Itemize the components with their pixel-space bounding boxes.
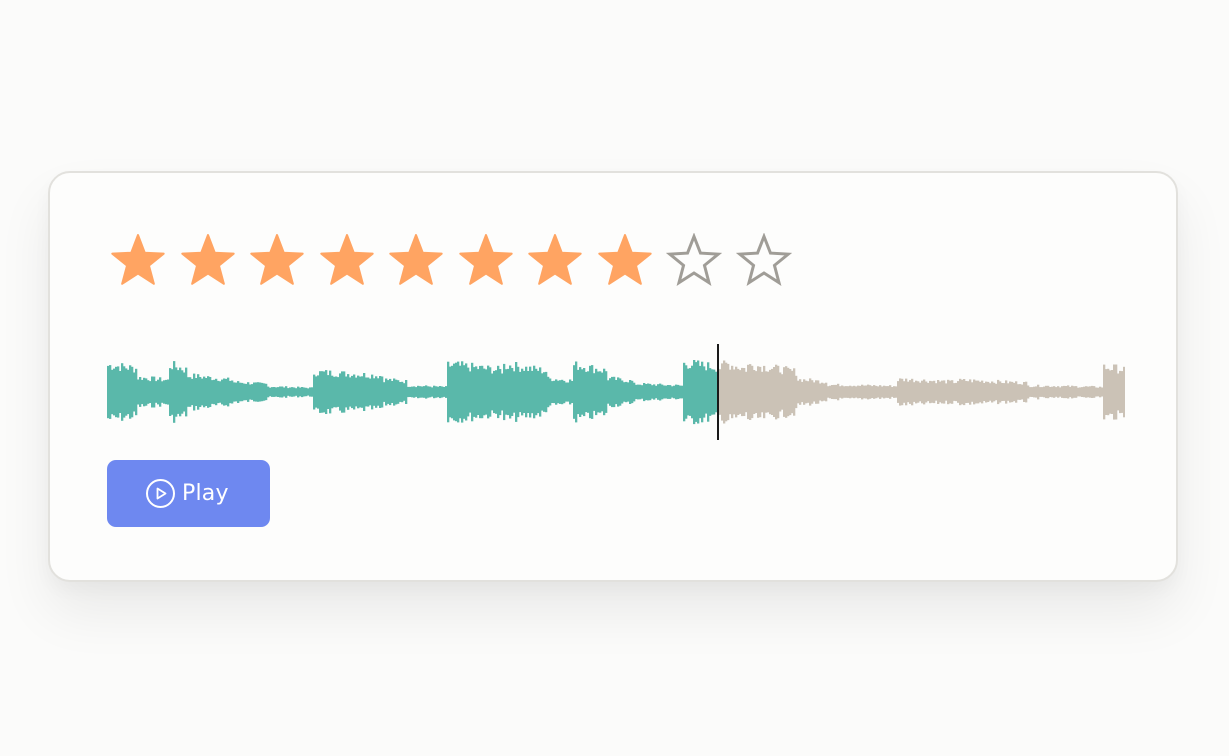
star-filled-icon[interactable] xyxy=(458,233,514,289)
playhead-cursor[interactable] xyxy=(717,344,719,440)
waveform-seek-bar[interactable] xyxy=(107,342,1125,442)
play-button[interactable]: Play xyxy=(107,460,270,527)
play-circle-icon xyxy=(146,479,175,508)
star-empty-icon[interactable] xyxy=(736,233,792,289)
star-filled-icon[interactable] xyxy=(527,233,583,289)
star-filled-icon[interactable] xyxy=(110,233,166,289)
star-filled-icon[interactable] xyxy=(388,233,444,289)
waveform-unplayed xyxy=(719,360,1125,424)
star-filled-icon[interactable] xyxy=(249,233,305,289)
star-filled-icon[interactable] xyxy=(597,233,653,289)
play-button-label: Play xyxy=(182,481,229,506)
waveform-played xyxy=(107,360,720,425)
star-filled-icon[interactable] xyxy=(180,233,236,289)
star-filled-icon[interactable] xyxy=(319,233,375,289)
waveform-graphic xyxy=(107,344,1125,440)
star-empty-icon[interactable] xyxy=(666,233,722,289)
audio-rating-card: Play xyxy=(48,171,1178,582)
